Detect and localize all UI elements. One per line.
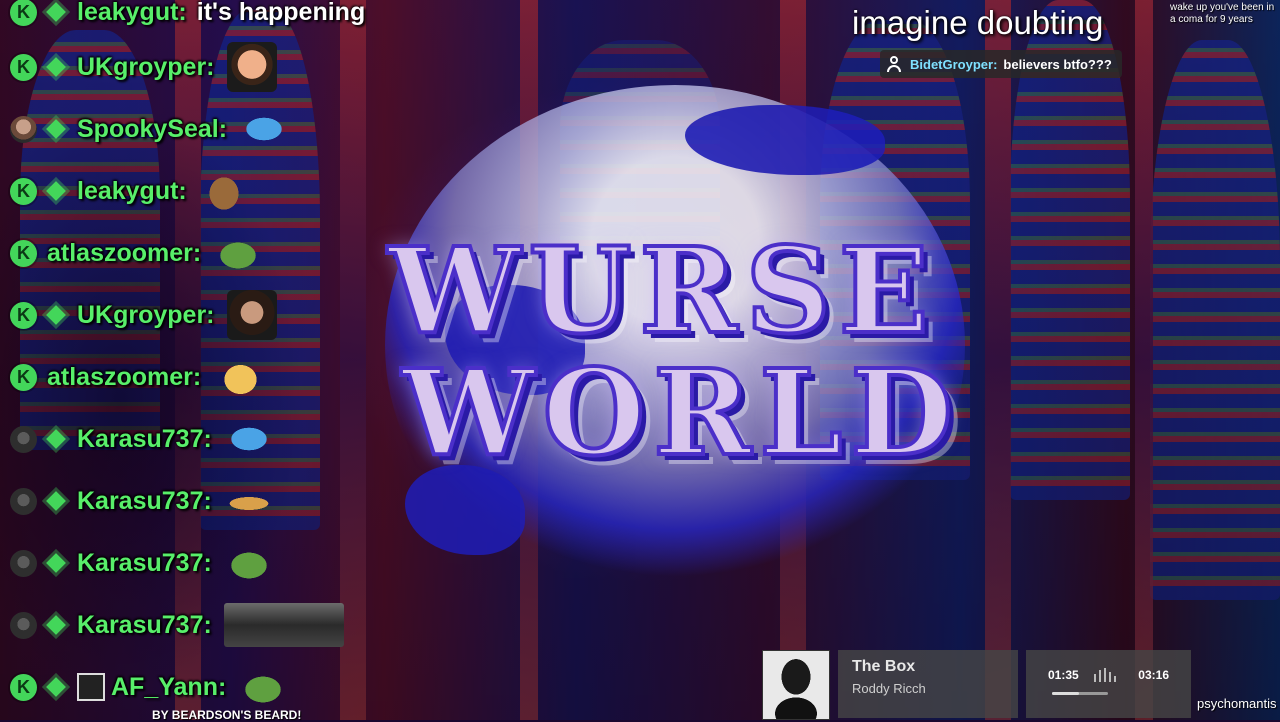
current-time: 01:35 bbox=[1048, 668, 1079, 682]
chat-message: SpookySeal: bbox=[10, 104, 290, 154]
chat-message: Katlaszoomer: bbox=[10, 228, 264, 278]
user-icon bbox=[886, 56, 902, 72]
chat-message-text: it's happening bbox=[196, 0, 366, 26]
avatar bbox=[10, 487, 37, 515]
total-time: 03:16 bbox=[1138, 668, 1169, 682]
chat-username: Karasu737: bbox=[77, 611, 212, 639]
avatar bbox=[10, 115, 37, 143]
chat-message: K UKgroyper: bbox=[10, 42, 277, 92]
chat-emote bbox=[223, 414, 274, 464]
track-title: The Box bbox=[852, 658, 916, 675]
progress-bar bbox=[1052, 692, 1108, 695]
avatar bbox=[10, 611, 37, 639]
chat-emote bbox=[226, 42, 277, 92]
sub-badge-icon bbox=[46, 2, 66, 22]
broken-image-icon bbox=[77, 673, 105, 701]
chat-username: Karasu737: bbox=[77, 425, 212, 453]
chat-emote bbox=[198, 166, 249, 216]
chat-emote bbox=[223, 538, 274, 588]
chat-message: Karasu737: bbox=[10, 603, 344, 647]
chat-emote bbox=[223, 603, 344, 647]
logo-line-1: WURSE bbox=[386, 221, 937, 360]
chat-username: leakygut: bbox=[77, 0, 187, 26]
chat-emote bbox=[238, 662, 289, 712]
chat-message: Kleakygut: it's happening bbox=[10, 0, 365, 32]
tts-username: BidetGroyper: bbox=[910, 56, 998, 72]
sub-badge-icon bbox=[46, 181, 66, 201]
chat-username: atlaszoomer: bbox=[47, 239, 202, 267]
chat-message: Katlaszoomer: bbox=[10, 352, 264, 402]
chat-emote bbox=[223, 476, 274, 526]
kick-badge-icon: K bbox=[10, 239, 37, 267]
avatar bbox=[10, 549, 37, 577]
chat-message: Karasu737: bbox=[10, 476, 274, 526]
chat-username: AF_Yann: bbox=[111, 673, 227, 701]
kick-badge-icon: K bbox=[10, 301, 37, 329]
kick-badge-icon: K bbox=[10, 363, 37, 391]
kick-badge-icon: K bbox=[10, 0, 37, 26]
chat-username: UKgroyper: bbox=[77, 301, 215, 329]
now-playing-widget: The Box Roddy Ricch 01:35 03:16 bbox=[762, 650, 1191, 720]
sub-badge-icon bbox=[46, 57, 66, 77]
chat-username: Karasu737: bbox=[77, 549, 212, 577]
chat-message: K AF_Yann: bbox=[10, 662, 289, 712]
chat-username: UKgroyper: bbox=[77, 53, 215, 81]
kick-badge-icon: K bbox=[10, 53, 37, 81]
chat-username: atlaszoomer: bbox=[47, 363, 202, 391]
chat-emote bbox=[213, 228, 264, 278]
kick-badge-icon: K bbox=[10, 177, 37, 205]
headline-text: imagine doubting bbox=[852, 4, 1104, 41]
chat-message: Karasu737: bbox=[10, 414, 274, 464]
chat-message: Kleakygut: bbox=[10, 166, 249, 216]
tts-message: believers btfo??? bbox=[1003, 56, 1112, 72]
sub-badge-icon bbox=[46, 119, 66, 139]
sub-badge-icon bbox=[46, 615, 66, 635]
tts-alert: BidetGroyper: believers btfo??? bbox=[880, 50, 1122, 78]
chat-username: Karasu737: bbox=[77, 487, 212, 515]
equalizer-icon bbox=[1094, 668, 1116, 682]
chat-message: Karasu737: bbox=[10, 538, 274, 588]
chat-emote bbox=[226, 290, 277, 340]
sub-badge-icon bbox=[46, 553, 66, 573]
tiny-note: wake up you've been in a coma for 9 year… bbox=[1170, 2, 1275, 25]
track-info: The Box Roddy Ricch bbox=[838, 650, 1018, 718]
chat-username: leakygut: bbox=[77, 177, 187, 205]
sub-badge-icon bbox=[46, 677, 66, 697]
kick-badge-icon: K bbox=[10, 673, 37, 701]
avatar bbox=[10, 425, 37, 453]
chat-emote bbox=[239, 104, 290, 154]
sub-badge-icon bbox=[46, 491, 66, 511]
album-art bbox=[762, 650, 830, 720]
chat-emote bbox=[213, 352, 264, 402]
chat-username: SpookySeal: bbox=[77, 115, 228, 143]
logo-line-2: WORLD bbox=[400, 343, 961, 482]
chat-overlay: Kleakygut: it's happening K UKgroyper: Spook… bbox=[0, 0, 380, 720]
chat-message: K UKgroyper: bbox=[10, 290, 277, 340]
wurse-world-logo: WURSE WORLD bbox=[386, 221, 1078, 482]
track-artist: Roddy Ricch bbox=[852, 681, 926, 696]
sub-badge-icon bbox=[46, 429, 66, 449]
playback-time: 01:35 03:16 bbox=[1026, 650, 1191, 718]
sub-badge-icon bbox=[46, 305, 66, 325]
streamer-name: psychomantis bbox=[1197, 696, 1277, 711]
